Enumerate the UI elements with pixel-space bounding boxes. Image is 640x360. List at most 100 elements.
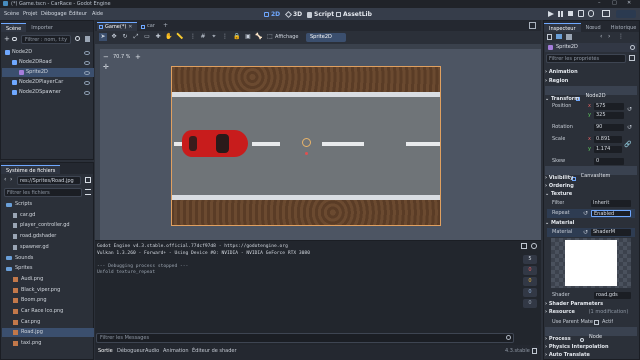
- material-preview[interactable]: [551, 238, 631, 288]
- nav-forward-icon[interactable]: ›: [10, 176, 12, 183]
- selectable-tool-icon[interactable]: ▭: [143, 33, 151, 41]
- clear-output-icon[interactable]: [531, 243, 537, 249]
- close-button[interactable]: ✕: [627, 0, 631, 7]
- output-filter-toggle[interactable]: 0: [523, 299, 537, 308]
- fs-file-item[interactable]: road.gdshader: [2, 232, 94, 241]
- workspace-assetlib-button[interactable]: AssetLib: [336, 10, 372, 19]
- workspace-script-button[interactable]: Script: [307, 10, 334, 19]
- stop-icon[interactable]: [568, 11, 573, 16]
- tab-node[interactable]: Nœud: [581, 23, 606, 32]
- play-icon[interactable]: [548, 11, 554, 17]
- copy-output-icon[interactable]: [521, 243, 527, 249]
- tab-animation[interactable]: Animation: [163, 348, 189, 354]
- output-filter-toggle[interactable]: 0: [523, 277, 537, 286]
- menu-scene[interactable]: Scène: [4, 11, 19, 17]
- section-texture[interactable]: ⌄ Texture: [545, 190, 637, 199]
- group-icon[interactable]: ▣: [244, 33, 252, 41]
- tab-history[interactable]: Historique: [606, 23, 640, 32]
- position-x-field[interactable]: 575: [594, 103, 624, 110]
- nav-back-icon[interactable]: ‹: [4, 176, 6, 183]
- fs-file-item[interactable]: spawner.gd: [2, 243, 94, 252]
- tab-inspector[interactable]: Inspecteur: [544, 23, 581, 32]
- script-attach-icon[interactable]: [85, 36, 90, 42]
- scene-filter-input[interactable]: Filtrer : nom, t:ty: [21, 35, 71, 44]
- section-animation[interactable]: › Animation: [545, 68, 637, 77]
- visibility-eye-icon[interactable]: [84, 60, 90, 65]
- tab-output[interactable]: Sortie: [98, 348, 113, 354]
- scale-tool-icon[interactable]: ⤢: [132, 33, 140, 41]
- pivot-marker-icon[interactable]: [302, 138, 311, 147]
- rotate-tool-icon[interactable]: ↻: [121, 33, 129, 41]
- link-icon[interactable]: [12, 37, 17, 41]
- player-car-sprite[interactable]: [182, 130, 248, 157]
- snap-grid-icon[interactable]: #: [199, 33, 207, 41]
- scene-tree-node[interactable]: Node2DPlayerCar: [2, 78, 94, 87]
- material-resource-field[interactable]: ShaderM: [591, 229, 631, 236]
- camera-icon[interactable]: ⬚: [266, 33, 274, 41]
- scene-tree-node[interactable]: Node2DSpawner: [2, 88, 94, 97]
- viewport-2d[interactable]: − 70.7 % + ✛: [95, 44, 541, 240]
- play-custom-icon[interactable]: [588, 10, 594, 17]
- menu-project[interactable]: Projet: [23, 11, 37, 17]
- lock-icon[interactable]: 🔒: [233, 33, 241, 41]
- visibility-eye-icon[interactable]: [84, 90, 90, 95]
- filter-select[interactable]: Inherit: [591, 200, 631, 207]
- maximize-button[interactable]: □: [612, 0, 617, 7]
- save-resource-icon[interactable]: [566, 34, 572, 40]
- fs-file-item[interactable]: taxi.png: [2, 339, 94, 348]
- inspector-options-icon[interactable]: [629, 55, 635, 61]
- skew-field[interactable]: 0: [594, 158, 624, 165]
- smart-snap-icon[interactable]: ⌖: [210, 33, 218, 41]
- fs-file-item[interactable]: Boom.png: [2, 296, 94, 305]
- fs-file-item[interactable]: Car.png: [2, 318, 94, 327]
- node-name-row[interactable]: Sprite2D: [545, 43, 637, 52]
- view-menu-button[interactable]: Affichage: [275, 34, 299, 41]
- more-options-icon[interactable]: ⋮: [189, 33, 197, 41]
- fs-file-item[interactable]: Black_viper.png: [2, 286, 94, 295]
- visibility-eye-icon[interactable]: [84, 50, 90, 55]
- distraction-free-icon[interactable]: [529, 22, 536, 29]
- scene-tree-node[interactable]: Node2D: [2, 48, 94, 57]
- road-sprite[interactable]: [171, 66, 441, 226]
- output-filter-input[interactable]: Filtrer les Messages: [96, 333, 514, 343]
- tab-import[interactable]: Importer: [26, 23, 58, 32]
- pan-tool-icon[interactable]: ✋: [165, 33, 173, 41]
- shader-resource-field[interactable]: road.gds: [594, 292, 631, 299]
- pin-icon[interactable]: [532, 348, 537, 354]
- section-resource[interactable]: › Resource (1 modification): [545, 308, 637, 317]
- section-auto-translate[interactable]: › Auto Translate: [545, 351, 637, 360]
- workspace-2d-button[interactable]: 2D: [264, 10, 280, 19]
- fs-filter-input[interactable]: Filtrer les fichiers: [4, 188, 82, 197]
- fs-file-item[interactable]: Audi.png: [2, 275, 94, 284]
- ruler-tool-icon[interactable]: 📏: [176, 33, 184, 41]
- scene-tree-node[interactable]: Sprite2D: [2, 68, 94, 77]
- movie-maker-icon[interactable]: [602, 10, 610, 17]
- tab-car[interactable]: car: [139, 22, 161, 31]
- filter-search-icon[interactable]: [75, 36, 80, 41]
- fs-file-item[interactable]: player_controller.gd: [2, 221, 94, 230]
- skeleton-icon[interactable]: 🦴: [255, 33, 263, 41]
- fs-path-field[interactable]: res://Sprites/Road.jpg: [17, 176, 81, 185]
- pause-icon[interactable]: [558, 11, 563, 17]
- add-node-icon[interactable]: +: [4, 36, 10, 43]
- fs-file-item[interactable]: Road.jpg: [2, 328, 94, 338]
- repeat-select[interactable]: Enabled: [591, 210, 631, 217]
- reset-rotation-icon[interactable]: ↺: [627, 124, 632, 131]
- visibility-eye-icon[interactable]: [84, 80, 90, 85]
- reset-position-icon[interactable]: ↺: [627, 106, 632, 113]
- add-scene-tab-icon[interactable]: +: [163, 22, 168, 29]
- minimize-button[interactable]: –: [598, 0, 601, 7]
- tab-close-icon[interactable]: ✕: [128, 24, 132, 31]
- fs-file-item[interactable]: Car Race Ico.png: [2, 307, 94, 316]
- tab-audio[interactable]: Audio: [145, 348, 159, 354]
- scale-link-icon[interactable]: 🔗: [624, 141, 631, 148]
- property-filter-input[interactable]: Filtrer les propriétés: [546, 54, 626, 63]
- menu-help[interactable]: Aide: [92, 11, 103, 17]
- renderer-forward-icon[interactable]: [616, 10, 636, 18]
- history-next-icon[interactable]: ›: [608, 33, 610, 40]
- reset-repeat-icon[interactable]: ↺: [583, 210, 588, 217]
- position-y-field[interactable]: 325: [594, 112, 624, 119]
- move-tool-icon[interactable]: ✥: [110, 33, 118, 41]
- menu-editor[interactable]: Éditeur: [69, 11, 87, 17]
- output-filter-toggle[interactable]: 0: [523, 288, 537, 297]
